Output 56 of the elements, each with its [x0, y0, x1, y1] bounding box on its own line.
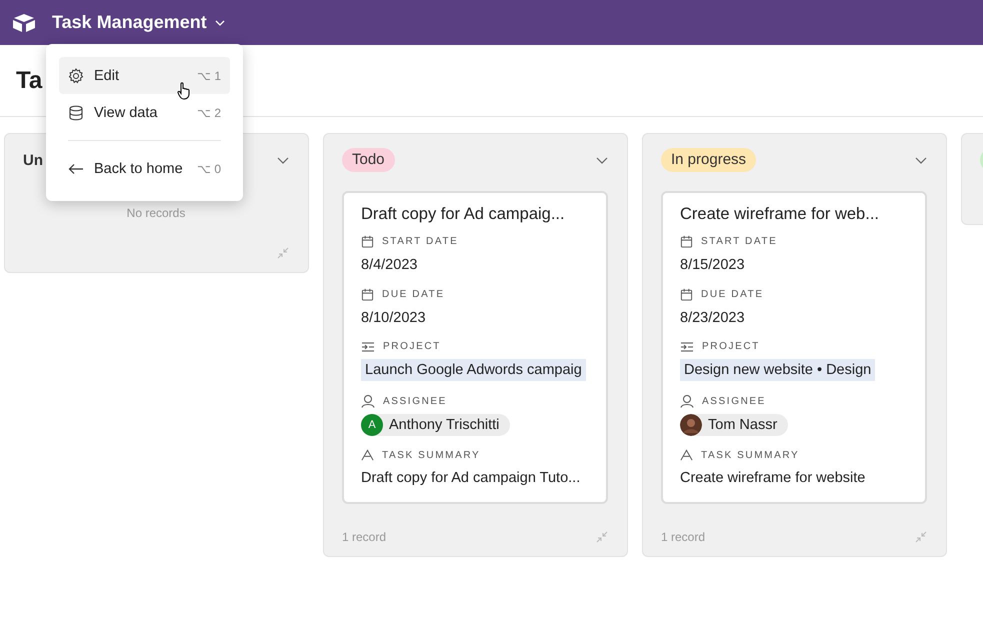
field-value: 8/23/2023	[680, 310, 746, 326]
record-count: 1 record	[342, 530, 386, 544]
assignee-chip[interactable]: A Anthony Trischitti	[361, 414, 510, 436]
assignee-chip[interactable]: Tom Nassr	[680, 414, 788, 436]
field-label: DUE DATE	[382, 289, 445, 300]
text-a-icon	[680, 449, 693, 461]
field-label: PROJECT	[383, 341, 441, 352]
avatar-icon	[680, 414, 702, 436]
field-label: TASK SUMMARY	[701, 450, 800, 460]
settings-icon	[68, 68, 84, 84]
chevron-down-icon[interactable]	[915, 156, 927, 164]
menu-item[interactable]: Edit ⌥ 1	[59, 57, 230, 94]
calendar-icon	[361, 288, 374, 301]
box-logo-icon	[12, 12, 36, 32]
field-value: 8/10/2023	[361, 310, 427, 326]
page-heading: Ta	[16, 66, 42, 94]
record-card[interactable]: Create wireframe for web... START DATE 8/15/2023 DUE DATE 8/23/2023 PROJECT Design new website • Design ASSIGNEE Tom Nassr TASK SUMMARY Create wireframe for website	[661, 191, 927, 504]
link-lines-icon	[680, 342, 694, 352]
calendar-icon	[361, 235, 374, 248]
person-icon	[361, 394, 375, 408]
link-lines-icon	[361, 342, 375, 352]
record-card[interactable]: Draft copy for Ad campaig... START DATE 8/4/2023 DUE DATE 8/10/2023 PROJECT Launch Google Adwords campaig ASSIGNEE A Anthony Trischitti TASK SUMMARY Draft copy for Ad campaign Tuto...	[342, 191, 608, 504]
field-value: 8/15/2023	[680, 257, 746, 273]
hand-cursor-icon	[177, 82, 191, 100]
app-title-button[interactable]: Task Management	[52, 12, 225, 33]
text-a-icon	[361, 449, 374, 461]
field-label: ASSIGNEE	[702, 396, 766, 406]
card-title: Draft copy for Ad campaig...	[361, 205, 566, 224]
arrow-left-icon	[68, 162, 84, 174]
empty-message: No records	[126, 206, 186, 220]
chevron-down-icon	[214, 20, 225, 26]
chevron-down-icon[interactable]	[277, 156, 289, 164]
menu-item[interactable]: Back to home ⌥ 0	[59, 150, 230, 187]
field-label: TASK SUMMARY	[382, 450, 480, 460]
status-tag: Todo	[342, 148, 395, 172]
record-count: 1 record	[661, 530, 706, 544]
field-label: ASSIGNEE	[383, 396, 447, 406]
status-tag: In progress	[661, 148, 756, 172]
database-icon	[68, 104, 84, 120]
chevron-down-icon[interactable]	[596, 156, 608, 164]
avatar-initial: A	[361, 414, 383, 436]
field-value: 8/4/2023	[361, 257, 418, 273]
card-title: Create wireframe for web...	[680, 205, 880, 224]
project-chip[interactable]: Design new website • Design	[680, 359, 876, 381]
menu-item[interactable]: View data ⌥ 2	[59, 94, 230, 131]
field-value: Draft copy for Ad campaign Tuto...	[361, 470, 582, 486]
calendar-icon	[680, 235, 693, 248]
person-icon	[680, 394, 694, 408]
project-chip[interactable]: Launch Google Adwords campaig	[361, 359, 586, 381]
field-value: Create wireframe for website	[680, 470, 866, 486]
calendar-icon	[680, 288, 693, 301]
field-label: PROJECT	[702, 341, 760, 352]
field-label: START DATE	[382, 236, 458, 247]
field-label: START DATE	[701, 236, 778, 247]
column-title: Un	[23, 152, 43, 168]
field-label: DUE DATE	[701, 289, 764, 300]
